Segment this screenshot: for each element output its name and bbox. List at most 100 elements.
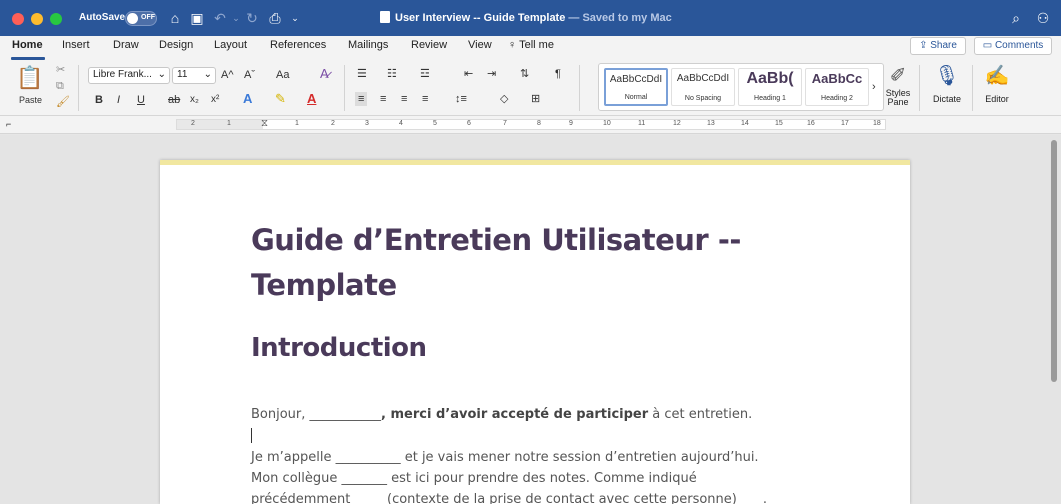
decrease-indent-icon[interactable]: ⇤ xyxy=(464,67,473,81)
numbering-icon[interactable]: ☷ xyxy=(387,67,397,81)
dictate-button[interactable]: 🎙 Dictate xyxy=(927,63,967,104)
subscript-button[interactable]: x₂ xyxy=(190,93,199,107)
document-name: User Interview -- Guide Template xyxy=(395,12,566,24)
tab-insert[interactable]: Insert xyxy=(62,39,90,51)
ribbon-divider xyxy=(78,65,79,111)
grow-font-button[interactable]: A^ xyxy=(221,68,234,82)
dictate-label: Dictate xyxy=(932,94,961,104)
style-sample: AaBbCc xyxy=(811,71,863,86)
greeting-bold-text: , merci d’avoir accepté de participer xyxy=(381,407,649,422)
style-normal[interactable]: AaBbCcDdI Normal xyxy=(604,68,668,106)
align-center-icon[interactable]: ≡ xyxy=(380,92,386,106)
editor-button[interactable]: ✍ Editor xyxy=(978,63,1016,104)
autosave-toggle[interactable]: OFF xyxy=(125,11,157,26)
save-icon[interactable]: ▣ xyxy=(189,9,205,27)
superscript-button[interactable]: x² xyxy=(211,93,219,107)
align-left-icon[interactable]: ≡ xyxy=(355,92,368,106)
paragraph-greeting[interactable]: Bonjour, ___________, merci d’avoir acce… xyxy=(251,405,752,425)
ruler-number: 15 xyxy=(775,120,783,127)
tab-draw[interactable]: Draw xyxy=(113,39,139,51)
copy-icon[interactable]: ⧉ xyxy=(56,79,64,93)
close-window-button[interactable] xyxy=(12,13,24,25)
style-heading-1[interactable]: AaBb( Heading 1 xyxy=(738,68,802,106)
sort-icon[interactable]: ⇅ xyxy=(520,67,529,81)
ruler-strip[interactable]: 2 1 ⧖ 1 2 3 4 5 6 7 8 9 10 11 12 13 14 1… xyxy=(176,118,886,130)
justify-icon[interactable]: ≡ xyxy=(422,92,428,106)
document-page[interactable]: Guide d’Entretien Utilisateur -- Templat… xyxy=(160,160,910,504)
bullets-icon[interactable]: ☰ xyxy=(357,67,367,81)
tab-review[interactable]: Review xyxy=(411,39,447,51)
change-case-button[interactable]: Aa xyxy=(276,68,289,82)
style-no-spacing[interactable]: AaBbCcDdI No Spacing xyxy=(671,68,735,106)
styles-pane-icon: ✐ xyxy=(889,65,907,87)
strikethrough-button[interactable]: ab xyxy=(168,93,180,107)
tab-view[interactable]: View xyxy=(468,39,492,51)
font-color-icon[interactable]: A xyxy=(307,92,316,106)
document-heading-introduction[interactable]: Introduction xyxy=(251,333,427,363)
cut-icon[interactable]: ✂ xyxy=(56,63,65,77)
paragraph-line[interactable]: précédemment_____ (contexte de la prise … xyxy=(251,490,767,504)
customize-toolbar-icon[interactable]: ⌄ xyxy=(289,9,301,27)
vertical-scrollbar[interactable] xyxy=(1051,140,1057,382)
line-spacing-icon[interactable]: ↕≡ xyxy=(455,92,467,106)
styles-pane-button[interactable]: ✐ Styles Pane xyxy=(882,63,914,107)
text-cursor xyxy=(251,428,252,443)
clear-formatting-icon[interactable]: A̷ xyxy=(320,67,329,81)
ruler-left-margin xyxy=(177,120,263,129)
shading-icon[interactable]: ◇ xyxy=(500,92,508,106)
highlight-icon[interactable]: ✎ xyxy=(275,92,286,106)
comments-button[interactable]: ▭ Comments xyxy=(974,37,1052,55)
tab-home[interactable]: Home xyxy=(12,39,43,51)
document-heading-title[interactable]: Guide d’Entretien Utilisateur -- Templat… xyxy=(251,218,811,308)
minimize-window-button[interactable] xyxy=(31,13,43,25)
italic-button[interactable]: I xyxy=(117,93,120,107)
print-icon[interactable]: ⎙ xyxy=(267,9,283,27)
ribbon-divider xyxy=(344,65,345,111)
active-tab-indicator xyxy=(11,57,45,60)
align-right-icon[interactable]: ≡ xyxy=(401,92,407,106)
multilevel-list-icon[interactable]: ☲ xyxy=(420,67,430,81)
tab-mailings[interactable]: Mailings xyxy=(348,39,388,51)
word-doc-icon xyxy=(380,11,390,23)
paragraph-line[interactable]: Mon collègue _______ est ici pour prendr… xyxy=(251,469,697,489)
ruler-number: 17 xyxy=(841,120,849,127)
ruler-number: 10 xyxy=(603,120,611,127)
underline-button[interactable]: U xyxy=(137,93,145,107)
tab-design[interactable]: Design xyxy=(159,39,193,51)
style-heading-2[interactable]: AaBbCc Heading 2 xyxy=(805,68,869,106)
home-icon[interactable]: ⌂ xyxy=(167,9,183,27)
tab-references[interactable]: References xyxy=(270,39,326,51)
title-bar: AutoSave OFF ⌂ ▣ ↶ ⌄ ↻ ⎙ ⌄ User Intervie… xyxy=(0,0,1061,36)
borders-icon[interactable]: ⊞ xyxy=(531,92,540,106)
document-title: User Interview -- Guide Template — Saved… xyxy=(380,11,672,24)
ruler-number: 6 xyxy=(467,120,471,127)
font-size-select[interactable]: 11 ⌄ xyxy=(172,67,216,84)
text-effects-icon[interactable]: A xyxy=(243,92,252,106)
bold-button[interactable]: B xyxy=(95,93,103,107)
style-name: No Spacing xyxy=(684,95,722,102)
chevron-right-icon[interactable]: › xyxy=(872,80,876,94)
undo-icon[interactable]: ↶ xyxy=(212,9,228,27)
share-label: Share xyxy=(930,40,957,51)
search-icon[interactable]: ⌕ xyxy=(1007,9,1025,27)
undo-dropdown-icon[interactable]: ⌄ xyxy=(231,9,241,27)
indent-marker-icon[interactable]: ⧖ xyxy=(261,118,268,129)
tab-layout[interactable]: Layout xyxy=(214,39,247,51)
font-size-value: 11 xyxy=(177,69,188,80)
paste-icon[interactable]: 📋 xyxy=(16,65,43,91)
increase-indent-icon[interactable]: ⇥ xyxy=(487,67,496,81)
styles-gallery: AaBbCcDdI Normal AaBbCcDdI No Spacing Aa… xyxy=(598,63,884,111)
paragraph-line[interactable]: Je m’appelle __________ et je vais mener… xyxy=(251,448,759,468)
paste-label[interactable]: Paste xyxy=(19,93,42,107)
maximize-window-button[interactable] xyxy=(50,13,62,25)
editor-pen-icon: ✍ xyxy=(984,65,1010,87)
tell-me-search[interactable]: ♀ Tell me xyxy=(508,39,554,51)
share-people-icon[interactable]: ⚇ xyxy=(1034,9,1052,27)
tab-stop-selector-icon[interactable]: ⌐ xyxy=(6,117,11,131)
format-painter-icon[interactable]: 🖌 xyxy=(56,95,70,109)
font-name-select[interactable]: Libre Frank... ⌄ xyxy=(88,67,170,84)
redo-icon[interactable]: ↻ xyxy=(244,9,260,27)
shrink-font-button[interactable]: Aˇ xyxy=(244,68,255,82)
share-button[interactable]: ⇪ Share xyxy=(910,37,966,55)
pilcrow-icon[interactable]: ¶ xyxy=(555,67,561,81)
